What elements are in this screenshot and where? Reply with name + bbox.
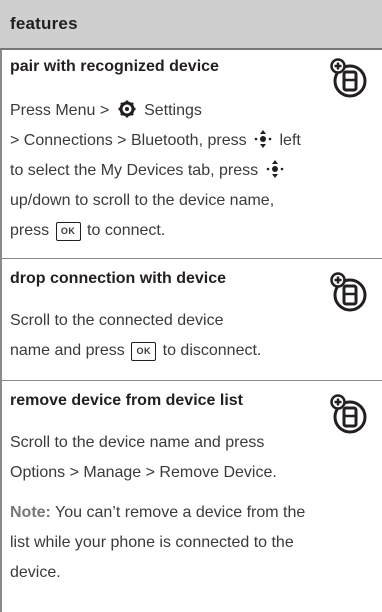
- phone-feature-icon: [330, 58, 367, 98]
- section-pair-body: Press Menu > Settings > Connections > Bl…: [10, 96, 301, 246]
- section-drop-body: Scroll to the connected device name and …: [10, 306, 261, 366]
- note-label: Note:: [10, 504, 51, 521]
- features-table: features pair with recognized device Pre…: [0, 0, 382, 612]
- pair-line-2: > Connections > Bluetooth, press left: [10, 126, 301, 156]
- phone-feature-icon: [330, 272, 367, 312]
- drop-line-2: name and press OK to disconnect.: [10, 342, 262, 361]
- note-line-1: Note: You can’t remove a device from the: [10, 504, 306, 521]
- drop-line-1: Scroll to the connected device: [10, 312, 224, 329]
- remove-line-1: Scroll to the device name and press: [10, 434, 265, 451]
- table-header-title: features: [10, 14, 78, 33]
- ok-key-icon: OK: [131, 342, 157, 361]
- section-title-pair: pair with recognized device: [10, 58, 219, 75]
- settings-gear-icon: [118, 100, 136, 118]
- section-title-drop: drop connection with device: [10, 270, 227, 287]
- ok-key-icon: OK: [55, 222, 81, 241]
- remove-line-2: Options > Manage > Remove Device.: [10, 464, 277, 481]
- pair-line-3: to select the My Devices tab, press: [10, 156, 301, 186]
- phone-feature-icon: [330, 394, 367, 434]
- section-divider: [0, 258, 382, 259]
- section-remove-note: Note: You can’t remove a device from the…: [10, 498, 305, 588]
- section-divider: [0, 380, 382, 381]
- nav-key-icon: [266, 160, 283, 178]
- table-left-border: [0, 0, 2, 612]
- note-line-3: device.: [10, 564, 61, 581]
- table-header: features: [0, 0, 382, 50]
- section-remove-body: Scroll to the device name and press Opti…: [10, 428, 277, 488]
- pair-line-5: press OK to connect.: [10, 222, 166, 241]
- note-line-2: list while your phone is connected to th…: [10, 534, 294, 551]
- pair-line-1: Press Menu > Settings: [10, 100, 202, 119]
- nav-key-icon: [254, 130, 272, 148]
- pair-line-4: up/down to scroll to the device name,: [10, 192, 275, 209]
- section-title-remove: remove device from device list: [10, 392, 243, 409]
